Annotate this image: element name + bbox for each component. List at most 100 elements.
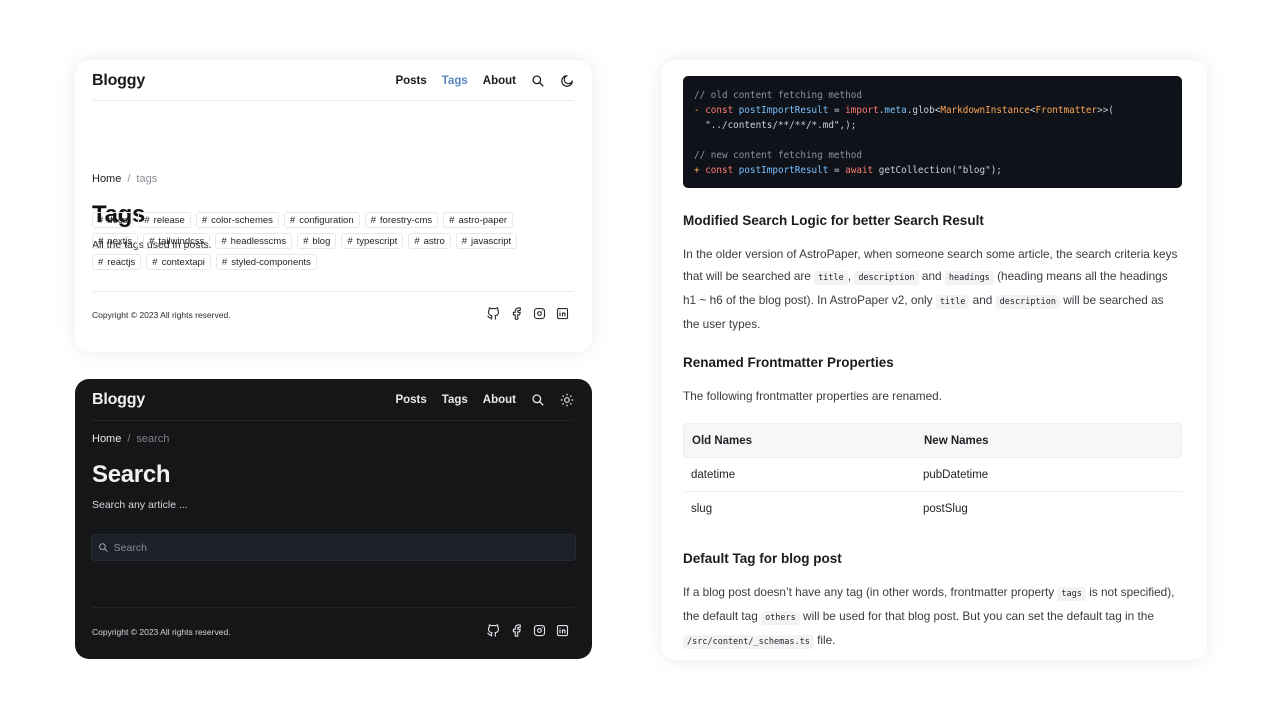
- github-icon[interactable]: [486, 623, 501, 638]
- search-input[interactable]: [113, 541, 575, 554]
- inline-code: headings: [944, 271, 994, 285]
- tag-label: blog: [312, 236, 331, 247]
- tag-label: reactjs: [107, 257, 136, 268]
- nav-posts[interactable]: Posts: [395, 394, 426, 406]
- hash-icon: #: [303, 236, 309, 247]
- moon-icon[interactable]: [560, 74, 574, 88]
- section-paragraph: In the older version of AstroPaper, when…: [683, 247, 1178, 331]
- linkedin-icon[interactable]: [555, 306, 570, 321]
- article-content: // old content fetching method - const po…: [661, 60, 1207, 660]
- renamed-properties-table: Old Names New Names datetime pubDatetime…: [683, 423, 1182, 526]
- tag-link[interactable]: # astro-paper: [443, 212, 514, 228]
- tag-label: contextapi: [161, 257, 205, 268]
- site-logo[interactable]: Bloggy: [92, 391, 145, 409]
- tag-label: forestry-cms: [379, 215, 433, 226]
- column-header: Old Names: [692, 434, 753, 447]
- tag-label: typescript: [356, 236, 398, 247]
- column-header: New Names: [924, 434, 989, 447]
- hash-icon: #: [414, 236, 420, 247]
- table-cell: datetime: [691, 468, 736, 481]
- code-line: + const postImportResult = await getColl…: [694, 165, 1002, 176]
- tag-label: configuration: [299, 215, 354, 226]
- tag-label: nextjs: [107, 236, 133, 247]
- search-icon: [99, 543, 108, 552]
- tag-label: release: [153, 215, 185, 226]
- code-line: "../contents/**/**/*.md",);: [694, 120, 857, 131]
- tag-link[interactable]: # contextapi: [146, 254, 211, 270]
- hash-icon: #: [152, 257, 158, 268]
- tag-label: color-schemes: [211, 215, 273, 226]
- breadcrumb-home[interactable]: Home: [92, 173, 121, 185]
- nav-about[interactable]: About: [483, 75, 516, 87]
- hash-icon: #: [461, 236, 468, 247]
- section-heading: Renamed Frontmatter Properties: [683, 355, 894, 370]
- breadcrumb: Home / tags: [92, 173, 157, 185]
- tag-link[interactable]: # release: [138, 212, 191, 228]
- footer-divider: [92, 291, 574, 292]
- social-links: [486, 623, 570, 638]
- tag-link[interactable]: # headlesscms: [215, 233, 293, 249]
- inline-code: title: [814, 271, 848, 285]
- code-line: // old content fetching method: [694, 90, 862, 101]
- tag-label: docs: [107, 215, 128, 226]
- inline-code: /src/content/_schemas.ts: [683, 635, 814, 649]
- tag-link[interactable]: # astro: [408, 233, 451, 249]
- tag-label: headlesscms: [230, 236, 287, 247]
- hash-icon: #: [289, 215, 296, 226]
- nav-about[interactable]: About: [483, 394, 516, 406]
- search-field[interactable]: [91, 534, 576, 561]
- breadcrumb: Home / search: [92, 433, 169, 445]
- inline-code: others: [761, 611, 800, 625]
- code-line: // new content fetching method: [694, 150, 862, 161]
- nav-tags[interactable]: Tags: [442, 75, 468, 87]
- nav-posts[interactable]: Posts: [395, 75, 426, 87]
- hash-icon: #: [221, 257, 228, 268]
- site-logo[interactable]: Bloggy: [92, 72, 145, 90]
- facebook-icon[interactable]: [509, 623, 524, 638]
- sun-icon[interactable]: [560, 393, 574, 407]
- tag-label: astro-paper: [458, 215, 508, 226]
- nav-tags[interactable]: Tags: [442, 394, 468, 406]
- github-icon[interactable]: [486, 306, 501, 321]
- tag-link[interactable]: # javascript: [455, 233, 518, 249]
- hash-icon: #: [449, 215, 455, 226]
- section-heading: Modified Search Logic for better Search …: [683, 213, 984, 228]
- header-divider: [92, 420, 574, 421]
- instagram-icon[interactable]: [532, 306, 547, 321]
- table-cell: postSlug: [923, 503, 968, 515]
- hash-icon: #: [201, 215, 208, 226]
- tag-link[interactable]: # color-schemes: [195, 212, 279, 228]
- tag-link[interactable]: # blog: [297, 233, 337, 249]
- hash-icon: #: [221, 236, 227, 247]
- linkedin-icon[interactable]: [555, 623, 570, 638]
- tag-link[interactable]: # nextjs: [92, 233, 139, 249]
- tag-link[interactable]: # styled-components: [215, 254, 317, 270]
- site-header: Bloggy Posts Tags About: [92, 379, 574, 420]
- search-page-dark: Bloggy Posts Tags About Home / search Sear…: [75, 379, 592, 659]
- table-row: datetime pubDatetime: [683, 458, 1182, 492]
- table-header: Old Names New Names: [683, 423, 1182, 458]
- tag-label: astro: [423, 236, 445, 247]
- search-icon[interactable]: [531, 74, 545, 88]
- tag-link[interactable]: # forestry-cms: [364, 212, 439, 228]
- facebook-icon[interactable]: [509, 306, 524, 321]
- tag-link[interactable]: # tailwindcss: [143, 233, 211, 249]
- tags-page-light: Bloggy Posts Tags About Home / tags Tags A…: [75, 60, 592, 352]
- instagram-icon[interactable]: [532, 623, 547, 638]
- main-nav: Posts Tags About: [380, 74, 574, 88]
- hash-icon: #: [347, 236, 353, 247]
- table-row: slug postSlug: [683, 492, 1182, 526]
- tag-link[interactable]: # typescript: [341, 233, 404, 249]
- table-cell: slug: [691, 503, 713, 515]
- breadcrumb-separator: /: [127, 173, 131, 185]
- tag-link[interactable]: # docs: [92, 212, 134, 228]
- section-heading: Default Tag for blog post: [683, 551, 842, 566]
- tag-link[interactable]: # configuration: [283, 212, 360, 228]
- tag-link[interactable]: # reactjs: [92, 254, 142, 270]
- breadcrumb-home[interactable]: Home: [92, 433, 121, 445]
- inline-code: tags: [1057, 587, 1086, 601]
- tag-list: # docs # release # color-schemes # configuratio…: [92, 212, 562, 270]
- search-icon[interactable]: [531, 393, 545, 407]
- inline-code: description: [854, 271, 919, 285]
- code-block: // old content fetching method - const po…: [683, 76, 1182, 188]
